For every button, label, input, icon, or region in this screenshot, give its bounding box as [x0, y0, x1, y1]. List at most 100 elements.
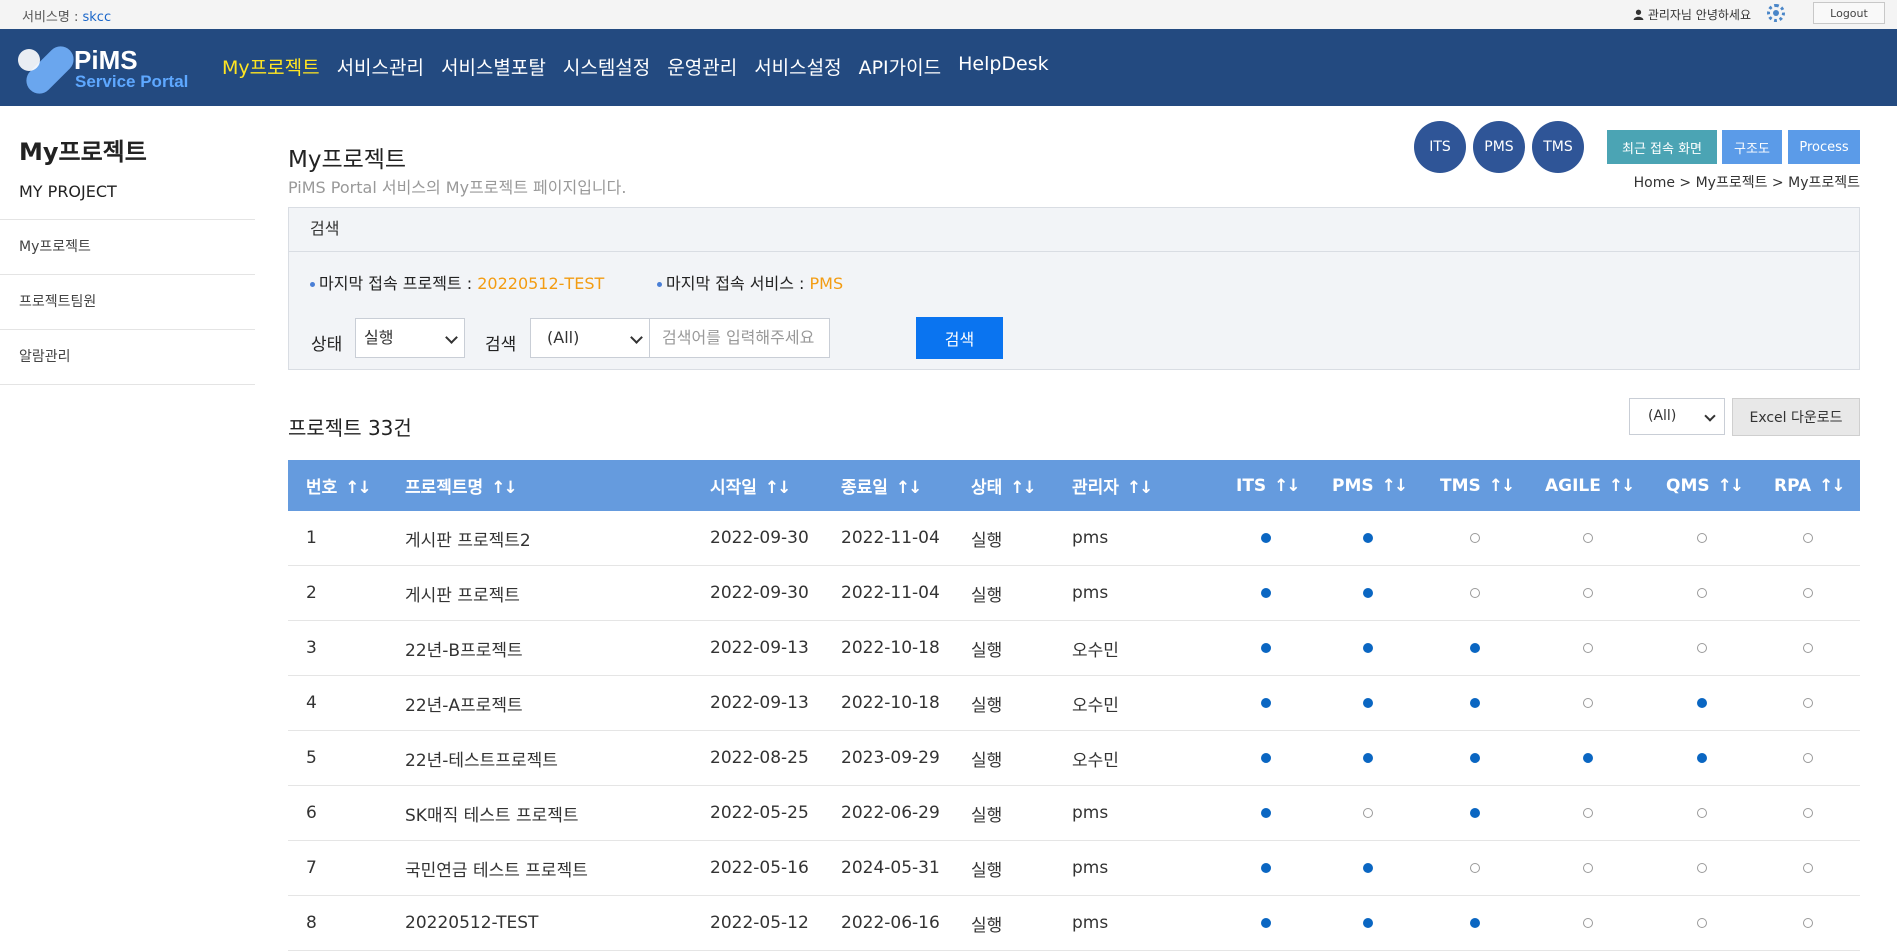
col-tms[interactable]: TMS ↑↓ — [1422, 460, 1527, 511]
cell-start-date: 2022-09-13 — [692, 675, 823, 731]
sort-icon[interactable]: ↑↓ — [1010, 478, 1036, 498]
cell-number: 3 — [288, 620, 387, 676]
cell-project-name[interactable]: 게시판 프로젝트 — [387, 565, 692, 621]
col-project-name[interactable]: 프로젝트명 ↑↓ — [387, 460, 692, 511]
list-filter-select[interactable]: (All) — [1629, 398, 1725, 435]
menu-my-project[interactable]: My프로젝트 — [222, 53, 320, 80]
sort-icon[interactable]: ↑↓ — [1609, 476, 1635, 496]
chevron-down-icon — [445, 331, 458, 344]
its-shortcut-button[interactable]: ITS — [1414, 121, 1466, 173]
menu-api-guide[interactable]: API가이드 — [859, 53, 942, 80]
service-disabled-icon — [1469, 863, 1480, 873]
cell-manager: pms — [1054, 895, 1218, 951]
col-end-date[interactable]: 종료일 ↑↓ — [823, 460, 953, 511]
cell-pms — [1314, 730, 1422, 786]
sort-icon[interactable]: ↑↓ — [1718, 476, 1744, 496]
sort-icon[interactable]: ↑↓ — [345, 478, 371, 498]
cell-agile — [1527, 730, 1648, 786]
sidebar-item-alarm-management[interactable]: 알람관리 — [0, 330, 255, 385]
sort-icon[interactable]: ↑↓ — [1382, 476, 1408, 496]
logout-button[interactable]: Logout — [1813, 2, 1885, 24]
col-status[interactable]: 상태 ↑↓ — [953, 460, 1054, 511]
menu-operations[interactable]: 운영관리 — [667, 53, 737, 80]
service-enabled-icon — [1469, 918, 1480, 928]
last-service-info: 마지막 접속 서비스 : PMS — [657, 270, 843, 294]
search-button[interactable]: 검색 — [916, 317, 1003, 359]
table-row[interactable]: 2 게시판 프로젝트 2022-09-30 2022-11-04 실행 pms — [288, 565, 1860, 621]
menu-service-settings[interactable]: 서비스설정 — [754, 53, 841, 80]
cell-project-name[interactable]: SK매직 테스트 프로젝트 — [387, 785, 692, 841]
table-row[interactable]: 8 20220512-TEST 2022-05-12 2022-06-16 실행 pms — [288, 895, 1860, 951]
cell-project-name[interactable]: 22년-테스트프로젝트 — [387, 730, 692, 786]
col-start-date[interactable]: 시작일 ↑↓ — [692, 460, 823, 511]
menu-helpdesk[interactable]: HelpDesk — [958, 53, 1049, 80]
cell-project-name[interactable]: 22년-A프로젝트 — [387, 675, 692, 731]
menu-system-settings[interactable]: 시스템설정 — [563, 53, 650, 80]
structure-diagram-button[interactable]: 구조도 — [1722, 130, 1782, 164]
cell-project-name[interactable]: 22년-B프로젝트 — [387, 620, 692, 676]
table-row[interactable]: 1 게시판 프로젝트2 2022-09-30 2022-11-04 실행 pms — [288, 511, 1860, 566]
cell-project-name[interactable]: 20220512-TEST — [387, 895, 692, 951]
search-type-select[interactable]: (All) — [530, 318, 650, 358]
service-enabled-icon — [1261, 643, 1271, 653]
table-row[interactable]: 5 22년-테스트프로젝트 2022-08-25 2023-09-29 실행 오수민 — [288, 730, 1860, 786]
sort-icon[interactable]: ↑↓ — [1274, 476, 1300, 496]
col-agile[interactable]: AGILE ↑↓ — [1527, 460, 1648, 511]
cell-agile — [1527, 565, 1648, 621]
sort-icon[interactable]: ↑↓ — [491, 478, 517, 498]
service-name-value: skcc — [82, 10, 112, 25]
cell-manager: 오수민 — [1054, 675, 1218, 731]
cell-qms — [1648, 785, 1756, 841]
table-row[interactable]: 4 22년-A프로젝트 2022-09-13 2022-10-18 실행 오수민 — [288, 675, 1860, 731]
table-row[interactable]: 7 국민연금 테스트 프로젝트 2022-05-16 2024-05-31 실행 pms — [288, 840, 1860, 896]
excel-download-button[interactable]: Excel 다운로드 — [1732, 398, 1860, 436]
cell-agile — [1527, 675, 1648, 731]
cell-status: 실행 — [953, 730, 1054, 786]
sort-icon[interactable]: ↑↓ — [1819, 476, 1845, 496]
sort-icon[interactable]: ↑↓ — [1127, 478, 1153, 498]
search-input[interactable]: 검색어를 입력해주세요 — [649, 318, 830, 358]
tms-shortcut-button[interactable]: TMS — [1532, 121, 1584, 173]
service-enabled-icon — [1363, 918, 1373, 928]
cell-qms — [1648, 730, 1756, 786]
status-select[interactable]: 실행 — [355, 318, 465, 358]
cell-tms — [1422, 785, 1527, 841]
service-disabled-icon — [1803, 588, 1813, 598]
col-manager[interactable]: 관리자 ↑↓ — [1054, 460, 1218, 511]
sort-icon[interactable]: ↑↓ — [765, 478, 791, 498]
search-type-value: (All) — [547, 328, 580, 347]
cell-tms — [1422, 620, 1527, 676]
col-number[interactable]: 번호 ↑↓ — [288, 460, 387, 511]
table-row[interactable]: 6 SK매직 테스트 프로젝트 2022-05-25 2022-06-29 실행 pms — [288, 785, 1860, 841]
sort-icon[interactable]: ↑↓ — [896, 478, 922, 498]
utility-bar: 서비스명 : skcc 관리자님 안녕하세요 Logout — [0, 0, 1897, 30]
service-enabled-icon — [1469, 643, 1480, 653]
last-service-value[interactable]: PMS — [810, 274, 844, 293]
col-pms[interactable]: PMS ↑↓ — [1314, 460, 1422, 511]
sidebar-item-my-project[interactable]: My프로젝트 — [0, 220, 255, 275]
pms-shortcut-button[interactable]: PMS — [1473, 121, 1525, 173]
cell-status: 실행 — [953, 675, 1054, 731]
pims-logo[interactable]: PiMS Service Portal — [13, 41, 198, 99]
cell-start-date: 2022-05-12 — [692, 895, 823, 951]
col-rpa[interactable]: RPA ↑↓ — [1756, 460, 1860, 511]
menu-service-portal[interactable]: 서비스별포탈 — [441, 53, 546, 80]
col-qms[interactable]: QMS ↑↓ — [1648, 460, 1756, 511]
search-type-label: 검색 — [485, 335, 517, 355]
cell-project-name[interactable]: 국민연금 테스트 프로젝트 — [387, 840, 692, 896]
sort-icon[interactable]: ↑↓ — [1489, 476, 1515, 496]
service-disabled-icon — [1697, 533, 1707, 543]
cell-project-name[interactable]: 게시판 프로젝트2 — [387, 511, 692, 566]
table-row[interactable]: 3 22년-B프로젝트 2022-09-13 2022-10-18 실행 오수민 — [288, 620, 1860, 676]
cell-number: 5 — [288, 730, 387, 786]
cell-start-date: 2022-09-30 — [692, 511, 823, 566]
menu-service-management[interactable]: 서비스관리 — [337, 53, 424, 80]
settings-gear-icon[interactable] — [1767, 4, 1785, 22]
sidebar-item-team-members[interactable]: 프로젝트팀원 — [0, 275, 255, 330]
last-project-value[interactable]: 20220512-TEST — [477, 274, 604, 293]
col-its[interactable]: ITS ↑↓ — [1218, 460, 1314, 511]
recent-screen-button[interactable]: 최근 접속 화면 — [1607, 130, 1717, 164]
service-disabled-icon — [1697, 863, 1707, 873]
user-icon — [1633, 9, 1644, 20]
process-button[interactable]: Process — [1788, 130, 1860, 164]
